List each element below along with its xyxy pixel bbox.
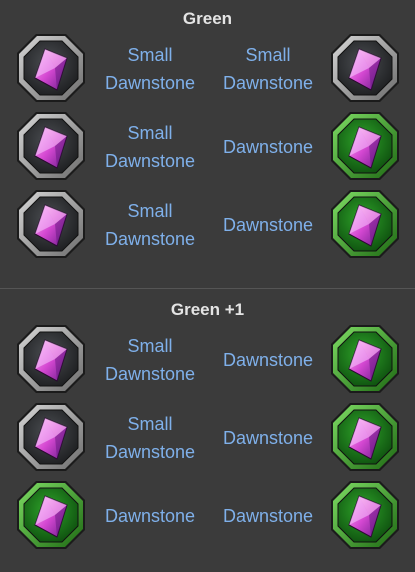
upgrade-row: Small Dawnstone Dawnstone (0, 108, 415, 186)
small-dawnstone-icon (15, 110, 87, 182)
dawnstone-icon (329, 323, 401, 395)
dawnstone-icon (329, 110, 401, 182)
source-item-label: Small Dawnstone (104, 123, 196, 171)
upgrade-row: Small Dawnstone Dawnstone (0, 186, 415, 264)
dawnstone-icon (329, 479, 401, 551)
source-item-label: Small Dawnstone (104, 414, 196, 462)
section-divider (0, 288, 415, 289)
section-title: Green (182, 9, 233, 28)
source-item-label: Dawnstone (104, 506, 196, 526)
small-dawnstone-icon (15, 32, 87, 104)
dawnstone-icon (329, 188, 401, 260)
small-dawnstone-icon (15, 323, 87, 395)
result-item-label: Dawnstone (222, 215, 314, 235)
result-item-label: Dawnstone (222, 428, 314, 448)
dawnstone-icon (329, 401, 401, 473)
upgrade-row: Dawnstone Dawnstone (0, 477, 415, 555)
result-item-label: Dawnstone (222, 506, 314, 526)
section-green: Green Small Dawnstone Small Dawnstone Sm… (0, 8, 415, 264)
upgrade-row: Small Dawnstone Dawnstone (0, 321, 415, 399)
source-item-label: Small Dawnstone (104, 201, 196, 249)
upgrade-row: Small Dawnstone Small Dawnstone (0, 30, 415, 108)
small-dawnstone-icon (15, 401, 87, 473)
source-item-label: Small Dawnstone (104, 45, 196, 93)
section-green-plus-1: Green +1 Small Dawnstone Dawnstone Small… (0, 299, 415, 555)
small-dawnstone-icon (15, 188, 87, 260)
result-item-label: Dawnstone (222, 350, 314, 370)
result-item-label: Dawnstone (222, 137, 314, 157)
section-title: Green +1 (170, 300, 245, 319)
result-item-label: Small Dawnstone (222, 45, 314, 93)
source-item-label: Small Dawnstone (104, 336, 196, 384)
dawnstone-icon (15, 479, 87, 551)
upgrade-row: Small Dawnstone Dawnstone (0, 399, 415, 477)
small-dawnstone-icon (329, 32, 401, 104)
